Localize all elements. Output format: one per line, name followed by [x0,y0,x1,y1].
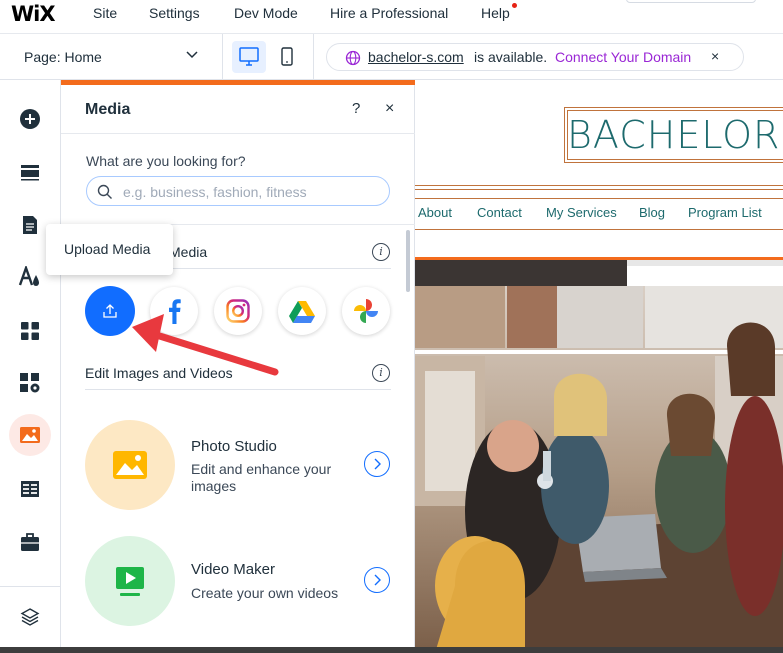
search-input[interactable] [123,182,383,202]
chevron-down-icon[interactable] [186,51,198,59]
video-maker-title[interactable]: Video Maker [191,561,275,578]
domain-name-link[interactable]: bachelor-s.com [368,49,464,65]
table-icon [21,481,39,497]
panel-title: Media [85,101,131,118]
search-box[interactable] [86,176,390,206]
top-bar: WiX Site Settings Dev Mode Hire a Profes… [0,0,783,34]
info-icon[interactable]: i [372,364,390,382]
page-icon [23,216,37,234]
help-notification-dot [512,3,517,8]
menu-hire-professional[interactable]: Hire a Professional [330,5,448,21]
google-photos-icon [354,299,378,323]
video-maker-open-button[interactable] [364,567,390,593]
image-icon [20,427,40,443]
divider [415,189,783,190]
site-preview-canvas[interactable]: BACHELOR' About Contact My Services Blog… [415,80,783,653]
classroom-photo[interactable] [415,286,783,653]
sidebar-item-business-apps[interactable] [14,367,46,399]
photo-studio-open-button[interactable] [364,451,390,477]
site-nav-my-services[interactable]: My Services [546,205,617,220]
video-maker-icon [116,567,144,596]
sidebar-item-cms[interactable] [14,473,46,505]
sidebar-item-media[interactable] [14,419,46,451]
sidebar-item-apps[interactable] [14,315,46,347]
bottom-bar [0,647,783,653]
google-drive-icon [289,300,315,323]
sidebar-item-site-design[interactable] [14,261,46,293]
puzzle-gear-icon [20,373,40,393]
divider [222,34,223,79]
photo-studio-description: Edit and enhance your images [191,461,332,494]
annotation-arrow [132,314,279,376]
site-dark-strip [415,260,627,286]
add-media-section-title: Media [169,244,208,260]
left-sidebar [0,80,61,653]
chevron-right-icon [374,574,381,586]
photo-studio-icon [113,451,147,479]
sidebar-item-portfolio[interactable] [14,526,46,558]
site-nav-program-list[interactable]: Program List [688,205,762,220]
site-nav-contact[interactable]: Contact [477,205,522,220]
divider [313,34,314,79]
plus-circle-icon [20,109,40,129]
sidebar-item-pages[interactable] [14,209,46,241]
domain-notice: bachelor-s.com is available. Connect You… [326,43,744,71]
wix-logo[interactable]: WiX [11,2,56,26]
search-icon [97,184,112,199]
photo-studio-thumbnail[interactable] [85,420,175,510]
divider [415,185,783,186]
photo-studio-title[interactable]: Photo Studio [191,438,277,455]
site-nav-about[interactable]: About [418,205,452,220]
video-maker-thumbnail[interactable] [85,536,175,626]
top-right-control[interactable] [626,0,756,3]
page-selector[interactable]: Page: Home [24,49,102,65]
search-label: What are you looking for? [86,153,246,169]
divider [61,133,415,134]
sidebar-item-layers[interactable] [14,601,46,633]
close-panel-button[interactable]: × [385,100,394,118]
info-icon[interactable]: i [372,243,390,261]
sidebar-divider [0,586,61,587]
layers-icon [20,608,40,626]
site-nav-blog[interactable]: Blog [639,205,665,220]
google-photos-source-button[interactable] [342,287,390,335]
sidebar-item-sections[interactable] [14,156,46,188]
mobile-view-button[interactable] [275,41,299,73]
site-title[interactable]: BACHELOR' [567,113,783,157]
briefcase-icon [21,533,39,551]
panel-scrollbar[interactable] [406,230,410,292]
menu-dev-mode[interactable]: Dev Mode [234,5,298,21]
panel-accent-bar [61,80,415,85]
menu-site[interactable]: Site [93,5,117,21]
close-domain-notice-button[interactable]: × [711,48,719,64]
desktop-icon [239,47,259,66]
upload-icon [103,304,117,318]
sidebar-item-add-elements[interactable] [14,103,46,135]
mobile-icon [281,47,293,66]
chevron-right-icon [374,458,381,470]
globe-icon [345,50,361,66]
upload-media-tooltip: Upload Media [46,224,173,275]
sections-icon [21,165,39,181]
domain-available-text: is available. [474,49,548,65]
font-color-icon [18,266,39,286]
editor-toolbar: Page: Home bachelor-s.com is available. … [0,34,783,80]
help-button[interactable]: ? [352,100,360,117]
video-maker-description: Create your own videos [191,585,339,601]
connect-domain-link[interactable]: Connect Your Domain [555,49,691,65]
menu-settings[interactable]: Settings [149,5,200,21]
menu-help[interactable]: Help [481,5,510,21]
apps-grid-icon [21,322,39,340]
desktop-view-button[interactable] [232,41,266,73]
